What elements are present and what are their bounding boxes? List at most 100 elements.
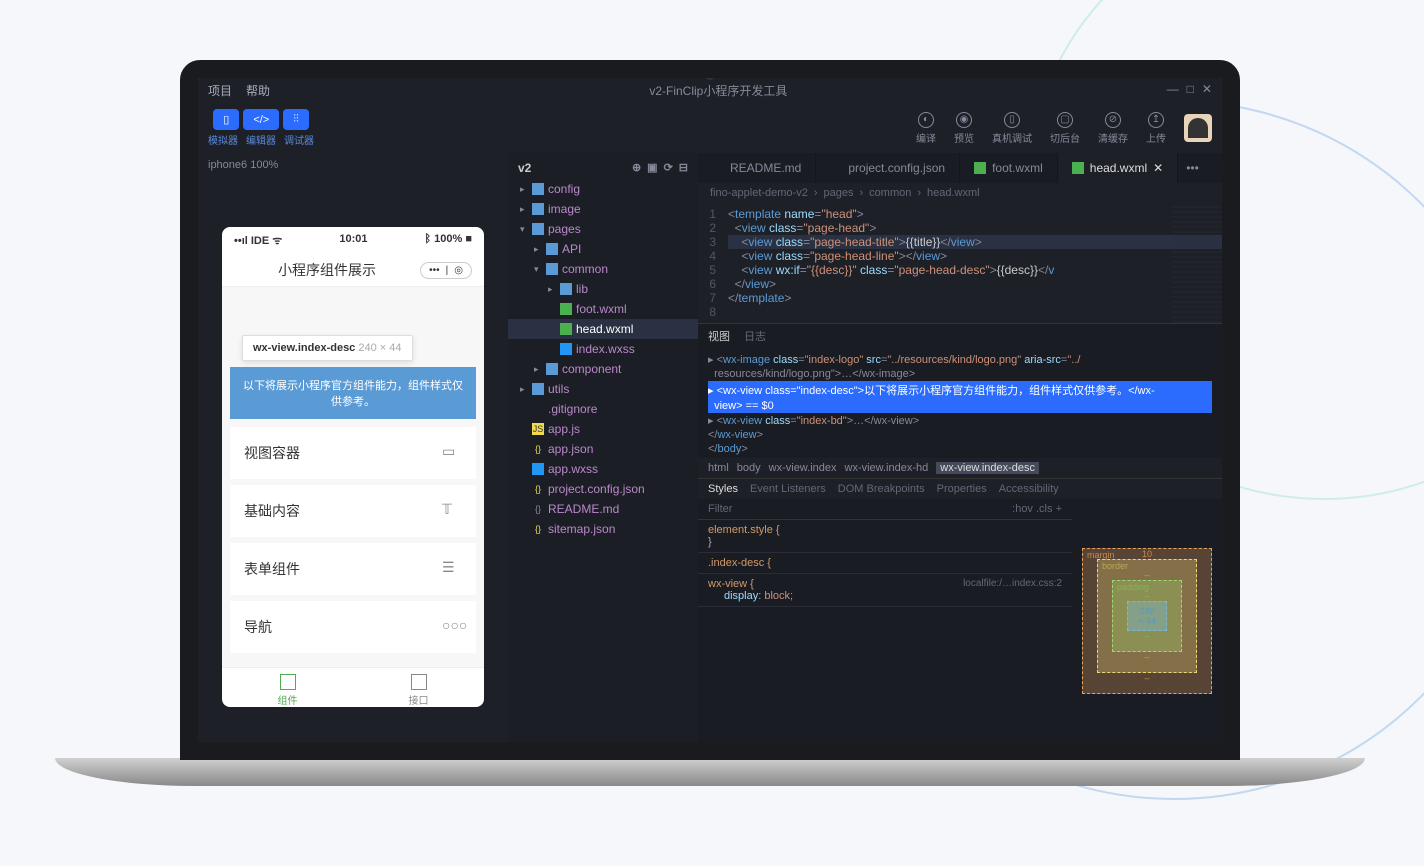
window-title: v2-FinClip小程序开发工具: [649, 82, 787, 99]
editor-tab[interactable]: head.wxml✕: [1058, 153, 1178, 183]
dom-crumb[interactable]: html: [708, 462, 729, 474]
close-tab-icon[interactable]: ✕: [1153, 161, 1163, 175]
list-item-icon: ▭: [442, 443, 462, 463]
menu-project[interactable]: 项目: [208, 82, 232, 99]
tree-item[interactable]: ▾common: [508, 259, 698, 279]
close-icon[interactable]: ✕: [1202, 82, 1212, 99]
box-model[interactable]: margin10 border– padding– 240 × 44 – – –: [1072, 499, 1222, 742]
mode-simulator[interactable]: ▯: [213, 109, 239, 130]
hov-toggle[interactable]: :hov: [1012, 503, 1033, 515]
tree-item[interactable]: ▸component: [508, 359, 698, 379]
minimap[interactable]: [1172, 203, 1222, 323]
code-editor[interactable]: 1<template name="head">2 <view class="pa…: [698, 203, 1222, 323]
md-icon: [712, 162, 724, 174]
tree-item[interactable]: foot.wxml: [508, 299, 698, 319]
target-icon: ◎: [454, 265, 463, 276]
new-folder-icon[interactable]: ▣: [647, 161, 657, 175]
dt-tab-console[interactable]: 日志: [744, 328, 766, 344]
mode-debugger[interactable]: ⫶⫶: [283, 109, 309, 130]
list-item[interactable]: 基础内容𝕋: [230, 485, 476, 537]
styles-tab[interactable]: Event Listeners: [750, 483, 826, 495]
styles-tab[interactable]: Styles: [708, 483, 738, 495]
tree-item[interactable]: ▸lib: [508, 279, 698, 299]
tree-item[interactable]: head.wxml: [508, 319, 698, 339]
tabs-more[interactable]: •••: [1178, 161, 1207, 175]
highlighted-element[interactable]: 以下将展示小程序官方组件能力，组件样式仅供参考。: [230, 367, 476, 419]
mode-simulator-label: 模拟器: [208, 132, 238, 147]
styles-tab[interactable]: Properties: [937, 483, 987, 495]
menu-help[interactable]: 帮助: [246, 82, 270, 99]
wxml-icon: [560, 303, 572, 315]
upload-button[interactable]: ↥上传: [1146, 112, 1166, 145]
js-icon: JS: [532, 423, 544, 435]
styles-tab[interactable]: DOM Breakpoints: [838, 483, 925, 495]
editor-tab[interactable]: project.config.json: [816, 153, 960, 183]
wxss-icon: [560, 343, 572, 355]
breadcrumb-item[interactable]: pages: [824, 187, 854, 199]
tree-item[interactable]: .gitignore: [508, 399, 698, 419]
tree-item[interactable]: ▸image: [508, 199, 698, 219]
editor-tab[interactable]: foot.wxml: [960, 153, 1058, 183]
folder-icon: [546, 263, 558, 275]
maximize-icon[interactable]: □: [1187, 82, 1194, 99]
device-info[interactable]: iphone6 100%: [198, 153, 508, 177]
mode-editor[interactable]: </>: [243, 109, 279, 130]
collapse-icon[interactable]: ⊟: [679, 161, 688, 175]
dom-crumb[interactable]: wx-view.index: [769, 462, 837, 474]
dom-crumb[interactable]: body: [737, 462, 761, 474]
breadcrumb-item[interactable]: head.wxml: [927, 187, 980, 199]
dom-crumb[interactable]: wx-view.index-hd: [845, 462, 929, 474]
new-file-icon[interactable]: ⊕: [632, 161, 641, 175]
tree-item[interactable]: ▸config: [508, 179, 698, 199]
tree-item[interactable]: {}README.md: [508, 499, 698, 519]
tree-item[interactable]: JSapp.js: [508, 419, 698, 439]
phone-simulator: ••ıl IDE ᯤ 10:01 ᛒ 100% ■ 小程序组件展示 •••|◎ …: [222, 227, 484, 707]
wifi-icon: ᯤ: [269, 235, 282, 247]
toolbar: ▯ </> ⫶⫶ 模拟器 编辑器 调试器 ◐编译 ◉预览 ▯真机调试 ▢切后台 …: [198, 103, 1222, 153]
tab-api[interactable]: 接口: [353, 668, 484, 707]
project-root[interactable]: v2: [518, 161, 531, 175]
styles-panel[interactable]: Filter :hov .cls + element.style {}.inde…: [698, 499, 1072, 742]
list-item[interactable]: 表单组件☰: [230, 543, 476, 595]
styles-tab[interactable]: Accessibility: [999, 483, 1059, 495]
tree-item[interactable]: {}sitemap.json: [508, 519, 698, 539]
refresh-icon[interactable]: ⟳: [664, 161, 673, 175]
folder-icon: [532, 183, 544, 195]
list-item[interactable]: 导航○○○: [230, 601, 476, 653]
list-item-icon: 𝕋: [442, 501, 462, 521]
minimize-icon[interactable]: —: [1167, 82, 1179, 99]
breadcrumb-item[interactable]: fino-applet-demo-v2: [710, 187, 808, 199]
phone-carrier: ••ıl IDE ᯤ: [234, 233, 282, 248]
breadcrumb-item[interactable]: common: [869, 187, 911, 199]
tree-item[interactable]: ▾pages: [508, 219, 698, 239]
compile-button[interactable]: ◐编译: [916, 112, 936, 145]
editor-tab[interactable]: README.md: [698, 153, 816, 183]
eye-icon: ◉: [956, 112, 972, 128]
capsule[interactable]: •••|◎: [420, 262, 472, 279]
compile-icon: ◐: [918, 112, 934, 128]
tree-item[interactable]: ▸utils: [508, 379, 698, 399]
tree-item[interactable]: {}project.config.json: [508, 479, 698, 499]
tree-item[interactable]: {}app.json: [508, 439, 698, 459]
remote-debug-button[interactable]: ▯真机调试: [992, 112, 1032, 145]
add-style-icon[interactable]: +: [1056, 503, 1062, 515]
filter-input[interactable]: Filter: [708, 503, 732, 515]
wxss-icon: [532, 463, 544, 475]
list-item[interactable]: 视图容器▭: [230, 427, 476, 479]
preview-button[interactable]: ◉预览: [954, 112, 974, 145]
debug-icon: ⫶⫶: [293, 113, 299, 126]
devtools: 视图 日志 ▸ <wx-image class="index-logo" src…: [698, 323, 1222, 742]
cls-toggle[interactable]: .cls: [1036, 503, 1053, 515]
dom-tree[interactable]: ▸ <wx-image class="index-logo" src="../r…: [698, 348, 1222, 458]
tab-component[interactable]: 组件: [222, 668, 353, 707]
background-button[interactable]: ▢切后台: [1050, 112, 1080, 145]
tree-item[interactable]: ▸API: [508, 239, 698, 259]
editor-area: README.mdproject.config.jsonfoot.wxmlhea…: [698, 153, 1222, 742]
dt-tab-view[interactable]: 视图: [708, 328, 730, 344]
dom-crumb[interactable]: wx-view.index-desc: [936, 462, 1039, 474]
user-avatar[interactable]: [1184, 114, 1212, 142]
tree-item[interactable]: app.wxss: [508, 459, 698, 479]
folder-icon: [546, 363, 558, 375]
clear-cache-button[interactable]: ⊘清缓存: [1098, 112, 1128, 145]
tree-item[interactable]: index.wxss: [508, 339, 698, 359]
